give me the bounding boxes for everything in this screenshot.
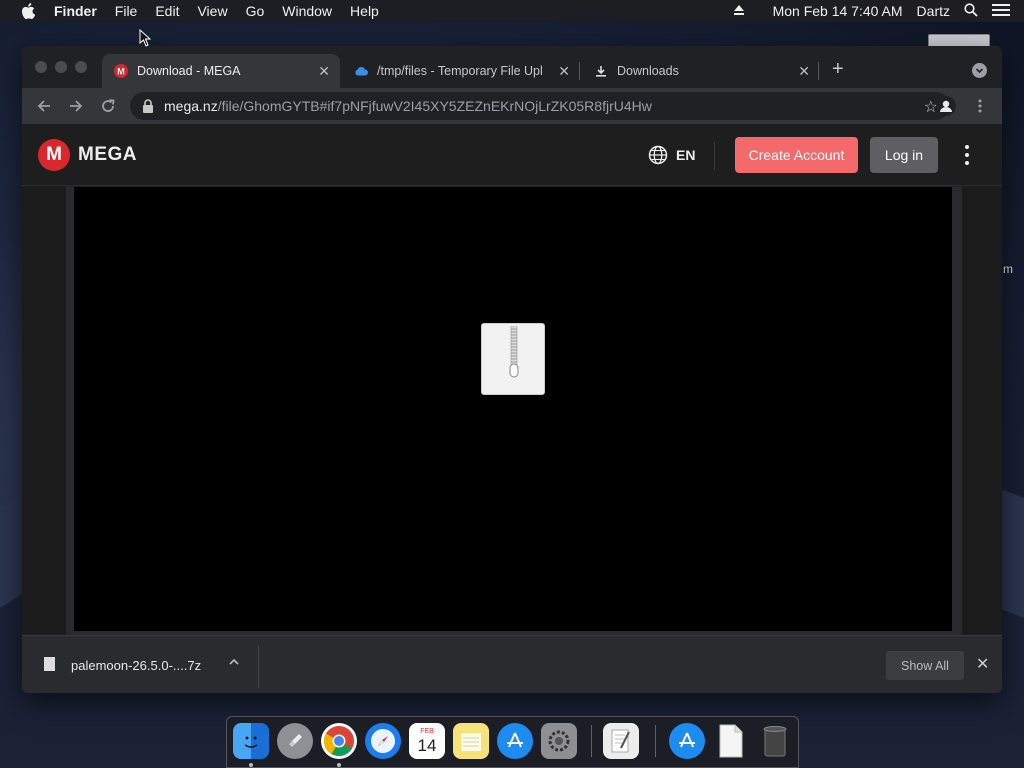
menu-user[interactable]: Dartz	[917, 3, 950, 19]
tab-title: Download - MEGA	[137, 64, 241, 78]
eject-icon[interactable]	[733, 3, 745, 19]
dock: FEB 14	[226, 716, 799, 768]
forward-arrow-icon[interactable]	[66, 96, 86, 116]
chrome-running-indicator	[337, 763, 341, 767]
calendar-month: FEB	[420, 728, 434, 735]
globe-icon	[648, 145, 668, 165]
show-all-button[interactable]: Show All	[886, 651, 964, 680]
reload-icon[interactable]	[98, 96, 118, 116]
menu-file[interactable]: File	[115, 3, 138, 19]
lock-icon[interactable]	[142, 99, 154, 113]
finder-running-indicator	[249, 763, 253, 767]
mega-icon: M	[114, 64, 128, 78]
finder-icon[interactable]	[233, 723, 269, 759]
zip-archive-icon	[481, 323, 545, 395]
window-minimize-button[interactable]	[55, 61, 67, 73]
back-arrow-icon[interactable]	[34, 96, 54, 116]
svg-text:M: M	[117, 67, 125, 77]
spotlight-search-icon[interactable]	[964, 2, 978, 20]
create-account-button[interactable]: Create Account	[735, 137, 858, 173]
dock-separator	[591, 725, 592, 757]
tab-title: Downloads	[617, 64, 679, 78]
tab-tmp-files[interactable]: /tmp/files - Temporary File Upl ✕	[342, 54, 580, 88]
system-preferences-gear-icon[interactable]	[541, 723, 577, 759]
document-icon[interactable]	[713, 723, 749, 759]
control-center-icon[interactable]	[992, 3, 1010, 20]
browser-menu-icon[interactable]	[970, 96, 990, 116]
applications-folder-icon[interactable]	[669, 723, 705, 759]
tab-download-mega[interactable]: M Download - MEGA ✕	[102, 54, 340, 88]
download-icon	[594, 64, 608, 78]
mega-header: M MEGA EN Create Account Log in	[22, 124, 1002, 186]
language-code: EN	[676, 147, 696, 163]
download-shelf-close-icon[interactable]: ✕	[976, 654, 989, 674]
textedit-icon[interactable]	[603, 723, 639, 759]
file-preview	[74, 187, 952, 631]
mouse-cursor-icon	[139, 29, 151, 47]
browser-window: M Download - MEGA ✕ /tmp/files - Tempora…	[22, 46, 1002, 693]
url-text: mega.nz/file/GhomGYTB#if7pNFjfuwV2I45XY5…	[164, 98, 652, 114]
language-selector[interactable]: EN	[648, 145, 695, 165]
mega-brand-name[interactable]: MEGA	[78, 144, 137, 166]
tab-title: /tmp/files - Temporary File Upl	[377, 64, 543, 78]
url-host: mega.nz	[164, 98, 218, 114]
address-bar[interactable]: mega.nz/file/GhomGYTB#if7pNFjfuwV2I45XY5…	[130, 92, 950, 120]
cloud-icon	[354, 64, 368, 78]
file-preview-area	[22, 187, 1002, 635]
window-close-button[interactable]	[35, 61, 47, 73]
mega-menu-icon[interactable]	[963, 145, 971, 165]
download-divider	[258, 646, 259, 688]
menu-window[interactable]: Window	[282, 3, 332, 19]
chevron-up-icon[interactable]	[228, 656, 240, 671]
app-store-icon[interactable]	[497, 723, 533, 759]
safari-compass-icon[interactable]	[365, 723, 401, 759]
menu-app-name[interactable]: Finder	[54, 3, 97, 19]
mega-logo-icon[interactable]: M	[38, 139, 70, 171]
dock-separator	[655, 725, 656, 757]
trash-icon[interactable]	[757, 723, 793, 759]
menu-help[interactable]: Help	[350, 3, 379, 19]
header-divider	[714, 142, 715, 170]
tab-search-chevron-icon[interactable]	[972, 63, 987, 78]
download-filename[interactable]: palemoon-26.5.0-....7z	[71, 658, 201, 673]
menu-view[interactable]: View	[197, 3, 227, 19]
notes-icon[interactable]	[453, 723, 489, 759]
profile-avatar-icon[interactable]	[936, 96, 956, 116]
new-tab-plus-icon[interactable]: +	[832, 59, 844, 79]
tab-close-icon[interactable]: ✕	[798, 63, 810, 80]
browser-toolbar: mega.nz/file/GhomGYTB#if7pNFjfuwV2I45XY5…	[22, 88, 1002, 124]
launchpad-rocket-icon[interactable]	[277, 723, 313, 759]
desktop-file-label: m	[1003, 262, 1013, 276]
menu-bar: Finder File Edit View Go Window Help Mon…	[0, 0, 1024, 22]
tab-close-icon[interactable]: ✕	[558, 63, 570, 80]
window-zoom-button[interactable]	[75, 61, 87, 73]
file-icon	[44, 657, 55, 671]
menu-edit[interactable]: Edit	[155, 3, 179, 19]
chrome-icon[interactable]	[321, 723, 357, 759]
menu-go[interactable]: Go	[246, 3, 265, 19]
download-shelf: palemoon-26.5.0-....7z Show All ✕	[22, 635, 1002, 693]
apple-icon[interactable]	[18, 0, 38, 22]
tab-close-icon[interactable]: ✕	[318, 63, 330, 80]
login-button[interactable]: Log in	[870, 137, 938, 173]
menu-clock[interactable]: Mon Feb 14 7:40 AM	[773, 3, 903, 19]
calendar-day: 14	[417, 736, 437, 755]
url-path: /file/GhomGYTB#if7pNFjfuwV2I45XY5ZEZnEKr…	[217, 98, 652, 114]
tab-separator	[579, 62, 580, 80]
calendar-icon[interactable]: FEB 14	[409, 723, 445, 759]
tab-downloads[interactable]: Downloads ✕	[582, 54, 820, 88]
tab-strip: M Download - MEGA ✕ /tmp/files - Tempora…	[22, 46, 1002, 88]
tab-separator	[818, 62, 819, 80]
